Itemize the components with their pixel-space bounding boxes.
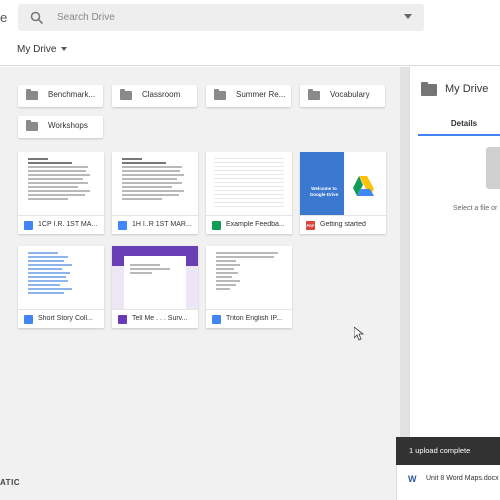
file-name: 1H I..R 1ST MAR... [132, 221, 192, 228]
search-icon [30, 11, 44, 25]
file-item[interactable]: 1H I..R 1ST MAR... [112, 152, 198, 234]
docs-icon [212, 315, 221, 324]
docs-icon [24, 315, 33, 324]
details-title: My Drive [445, 83, 489, 95]
upload-toast-title: 1 upload complete [409, 446, 471, 455]
docs-icon [24, 221, 33, 230]
file-item[interactable]: Triton English IP... [206, 246, 292, 328]
details-hint: Select a file or [453, 205, 498, 212]
mouse-cursor-icon [354, 327, 364, 341]
file-item[interactable]: Tell Me . . . Surv... [112, 246, 198, 328]
vertical-scrollbar[interactable] [400, 67, 409, 500]
watermark: ATIC [0, 478, 21, 487]
upload-toast-item[interactable]: W Unit 8 Word Maps.docx [396, 465, 500, 500]
upload-toast-header[interactable]: 1 upload complete [396, 437, 500, 465]
folder-icon [308, 89, 320, 100]
folder-label: Vocabulary [330, 90, 370, 99]
header-row: My Drive [0, 36, 500, 66]
chevron-down-icon [61, 47, 68, 52]
file-thumbnail [112, 152, 198, 216]
folder-item[interactable]: Workshops [18, 116, 103, 138]
file-preview-placeholder [486, 147, 500, 189]
file-name: Getting started [320, 221, 366, 228]
search-box[interactable] [18, 4, 424, 31]
drive-logo-icon [353, 176, 374, 196]
folder-icon [214, 89, 226, 100]
file-thumbnail [112, 246, 198, 310]
folder-item[interactable]: Summer Re... [206, 85, 291, 107]
file-name: Tell Me . . . Surv... [132, 315, 188, 322]
folder-icon [26, 89, 38, 100]
folder-label: Classroom [142, 90, 181, 99]
search-options-chevron-icon[interactable] [404, 14, 412, 19]
file-item[interactable]: 1CP I.R. 1ST MA... [18, 152, 104, 234]
details-panel: My Drive Details Select a file or [409, 67, 500, 500]
file-thumbnail [206, 246, 292, 310]
file-name: Triton English IP... [226, 315, 283, 322]
sheets-icon [212, 221, 221, 230]
breadcrumb-my-drive[interactable]: My Drive [17, 44, 68, 55]
app-name-fragment: e [0, 10, 8, 25]
thumbnail-title: Welcome to Google Drive [309, 186, 339, 197]
file-name: 1CP I.R. 1ST MA... [38, 221, 98, 228]
docs-icon [118, 221, 127, 230]
file-thumbnail [18, 246, 104, 310]
search-input[interactable] [56, 4, 396, 31]
file-item[interactable]: Example Feedba... [206, 152, 292, 234]
folder-icon [421, 82, 437, 96]
folder-icon [120, 89, 132, 100]
file-item[interactable]: Short Story Coll... [18, 246, 104, 328]
pdf-icon: PDF [306, 221, 315, 230]
active-tab-indicator [418, 134, 500, 136]
forms-icon [118, 315, 127, 324]
folder-item[interactable]: Classroom [112, 85, 197, 107]
file-grid-area: Benchmark... Classroom Summer Re... Voca… [0, 67, 400, 500]
uploaded-file-name: Unit 8 Word Maps.docx [426, 475, 499, 482]
top-bar: e [0, 0, 500, 36]
folder-label: Summer Re... [236, 90, 286, 99]
file-name: Example Feedba... [226, 221, 285, 228]
file-item[interactable]: Welcome to Google Drive PDF Getting star… [300, 152, 386, 234]
file-thumbnail [206, 152, 292, 216]
folder-icon [26, 120, 38, 131]
folder-item[interactable]: Vocabulary [300, 85, 385, 107]
file-name: Short Story Coll... [38, 315, 93, 322]
breadcrumb-label: My Drive [17, 44, 57, 55]
word-file-icon: W [408, 474, 417, 484]
folder-label: Workshops [48, 121, 88, 130]
folder-item[interactable]: Benchmark... [18, 85, 103, 107]
file-thumbnail: Welcome to Google Drive [300, 152, 386, 216]
folder-label: Benchmark... [48, 90, 96, 99]
file-thumbnail [18, 152, 104, 216]
tab-details[interactable]: Details [418, 119, 500, 134]
